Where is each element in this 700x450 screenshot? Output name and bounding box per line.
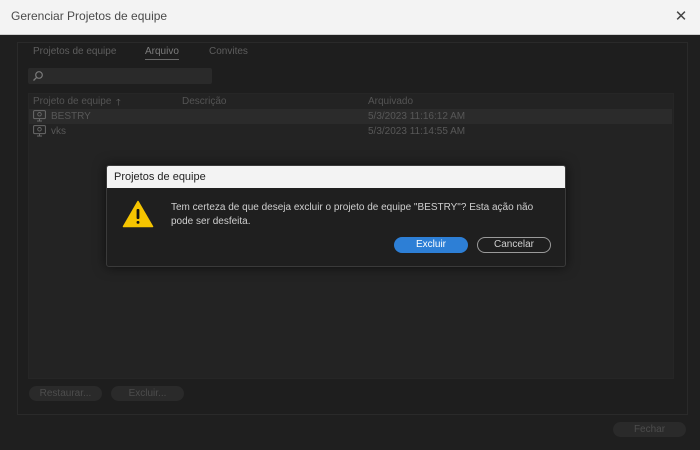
column-header-description[interactable]: Descrição: [182, 96, 226, 107]
archived-date: 5/3/2023 11:14:55 AM: [368, 126, 466, 137]
cancel-button[interactable]: Cancelar: [477, 237, 551, 253]
archived-date: 5/3/2023 11:16:12 AM: [368, 111, 466, 122]
window-title: Gerenciar Projetos de equipe: [11, 9, 168, 23]
table-row[interactable]: vks 5/3/2023 11:14:55 AM: [29, 124, 672, 139]
window-titlebar: Gerenciar Projetos de equipe ✕: [0, 0, 700, 35]
search-input[interactable]: [28, 68, 212, 84]
team-project-icon: [33, 125, 46, 137]
close-icon[interactable]: ✕: [670, 6, 692, 28]
dialog-message: Tem certeza de que deseja excluir o proj…: [171, 202, 534, 227]
manage-team-projects-window: Gerenciar Projetos de equipe ✕ Projetos …: [0, 0, 700, 450]
column-header-project[interactable]: Projeto de equipe: [33, 96, 111, 107]
tab-invites[interactable]: Convites: [209, 46, 248, 57]
dialog-titlebar: Projetos de equipe: [107, 166, 565, 188]
delete-button[interactable]: Excluir...: [111, 386, 184, 401]
confirm-delete-dialog: Projetos de equipe Tem certeza de que de…: [106, 165, 566, 267]
team-project-icon: [33, 110, 46, 122]
project-name: BESTRY: [51, 111, 91, 122]
confirm-delete-button[interactable]: Excluir: [394, 237, 468, 253]
tab-team-projects[interactable]: Projetos de equipe: [33, 46, 116, 57]
column-header-archived[interactable]: Arquivado: [368, 96, 413, 107]
project-name: vks: [51, 126, 66, 137]
dialog-title: Projetos de equipe: [114, 171, 206, 183]
table-row[interactable]: BESTRY 5/3/2023 11:16:12 AM: [29, 109, 672, 124]
search-icon: [33, 71, 43, 81]
restore-button[interactable]: Restaurar...: [29, 386, 102, 401]
tab-archive[interactable]: Arquivo: [145, 46, 179, 60]
close-button[interactable]: Fechar: [613, 422, 686, 437]
warning-icon: [122, 200, 154, 228]
